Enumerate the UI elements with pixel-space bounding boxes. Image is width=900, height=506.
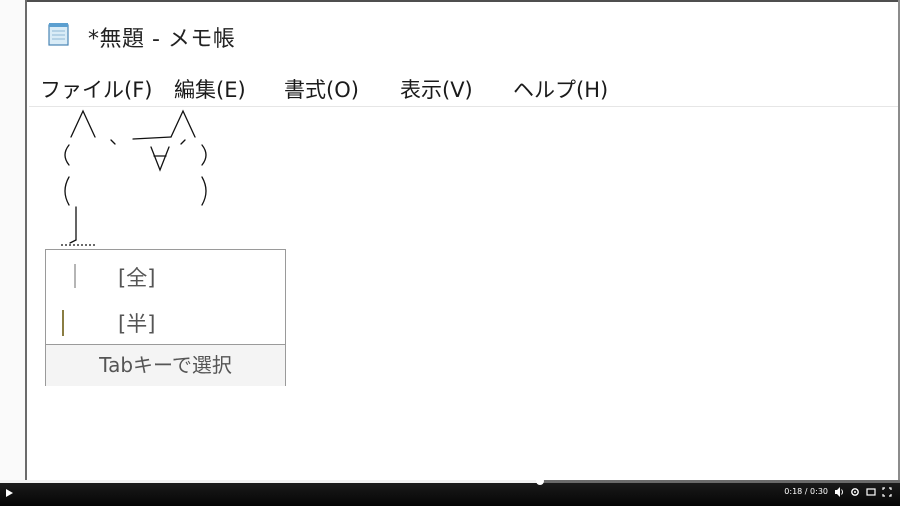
video-player-controls: 0:18 / 0:30	[0, 477, 900, 506]
candidate-label-half: [半]	[118, 312, 156, 336]
menu-edit[interactable]: 編集(E)	[174, 74, 246, 104]
time-display: 0:18 / 0:30	[784, 487, 828, 496]
menu-help[interactable]: ヘルプ(H)	[513, 74, 608, 104]
fullscreen-icon[interactable]	[882, 486, 892, 498]
menu-format[interactable]: 書式(O)	[284, 74, 359, 104]
candidate-bar-icon	[74, 264, 76, 288]
theater-icon[interactable]	[866, 486, 876, 498]
candidate-bar-icon	[62, 310, 64, 336]
ime-candidate-half[interactable]: [半]	[46, 300, 285, 346]
progress-track[interactable]	[0, 477, 900, 485]
ime-candidate-popup: [全] [半] Tabキーで選択	[45, 249, 286, 386]
left-frame	[0, 0, 27, 480]
notepad-icon	[46, 22, 72, 46]
title-bar: *無題 - メモ帳	[29, 2, 898, 64]
menu-file[interactable]: ファイル(F)	[40, 74, 152, 104]
progress-fill	[0, 480, 540, 483]
progress-knob[interactable]	[536, 477, 544, 485]
ascii-art-cat	[61, 109, 207, 246]
menu-bar: ファイル(F) 編集(E) 書式(O) 表示(V) ヘルプ(H)	[29, 64, 898, 107]
menu-view[interactable]: 表示(V)	[400, 74, 473, 104]
ime-candidate-full[interactable]: [全]	[46, 254, 285, 300]
settings-icon[interactable]	[850, 486, 860, 498]
play-icon[interactable]	[6, 489, 13, 497]
candidate-label-full: [全]	[118, 266, 156, 290]
volume-icon[interactable]	[834, 486, 844, 498]
ime-footer-hint: Tabキーで選択	[46, 344, 285, 386]
window-title: *無題 - メモ帳	[88, 27, 236, 52]
